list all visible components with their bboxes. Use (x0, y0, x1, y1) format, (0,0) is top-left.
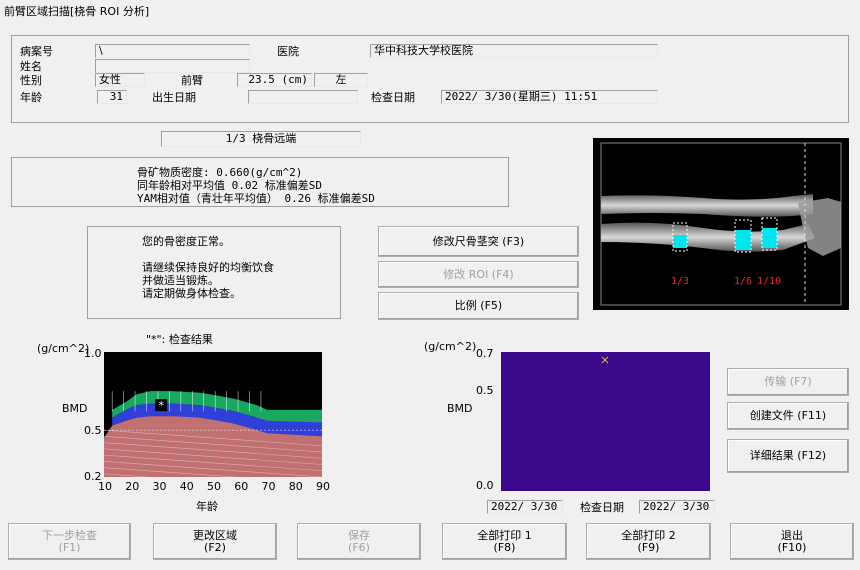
print-all-2-label: 全部打印 2 (621, 528, 676, 542)
print-all-1-button[interactable]: 全部打印 1 (F8) (442, 523, 567, 560)
chart2-start-date: 2022/ 3/30 (487, 500, 563, 514)
change-region-label: 更改区域 (193, 528, 237, 542)
change-region-key: (F2) (204, 540, 226, 554)
change-region-button[interactable]: 更改区域 (F2) (153, 523, 277, 560)
roi-label-1-6: 1/6 (734, 276, 752, 287)
chart2-end-date: 2022/ 3/30 (639, 500, 715, 514)
exit-label: 退出 (781, 528, 803, 542)
roi-1-3 (673, 235, 687, 248)
forearm-label: 前臂 (181, 74, 203, 87)
chart1-xtick: 50 (207, 480, 221, 493)
transfer-label: 传输 (F7) (764, 375, 812, 388)
case-no-field: \ (95, 44, 250, 58)
chart1-marker: * (158, 399, 164, 412)
chart2-plot (501, 352, 710, 491)
save-key: (F6) (348, 540, 370, 554)
hospital-label: 医院 (277, 45, 299, 58)
chart1-xtick: 10 (98, 480, 112, 493)
exit-key: (F10) (777, 540, 807, 554)
chart2-y-label: BMD (447, 402, 473, 415)
roi-label-1-10: 1/10 (757, 276, 781, 287)
transfer-button[interactable]: 传输 (F7) (727, 368, 849, 396)
forearm-xray-image: 1/3 1/6 1/10 (593, 138, 849, 310)
details-label: 详细结果 (F12) (749, 449, 827, 462)
forearm-xray-svg: 1/3 1/6 1/10 (593, 138, 849, 310)
case-no-label: 病案号 (20, 45, 53, 58)
chart1-xtick: 20 (125, 480, 140, 493)
create-file-button[interactable]: 创建文件 (F11) (727, 402, 849, 430)
chart1-title: "*": 检查结果 (146, 333, 213, 346)
ratio-label: 比例 (F5) (454, 299, 503, 312)
print-all-2-key: (F9) (637, 540, 660, 554)
yam-line: YAM相对值（青壮年平均值） 0.26 标准偏差SD (137, 192, 375, 205)
side-field: 左 (314, 73, 368, 87)
chart2-svg (501, 352, 710, 491)
chart1-y-label: BMD (62, 402, 88, 415)
save-label: 保存 (348, 528, 370, 542)
chart2-y-unit: (g/cm^2) (424, 340, 477, 353)
roi-1-6 (735, 230, 751, 250)
chart1-xtick: 40 (179, 480, 194, 493)
age-label: 年龄 (20, 91, 42, 104)
modify-ulna-label: 修改尺骨茎突 (F3) (432, 234, 525, 248)
next-exam-key: (F1) (58, 540, 81, 554)
exam-date-field: 2022/ 3/30(星期三) 11:51 (441, 90, 658, 104)
roi-1-10 (762, 228, 777, 248)
age-field: 31 (97, 90, 127, 104)
chart1-ytick-mid: 0.5 (84, 424, 102, 437)
name-field (95, 59, 250, 73)
modify-ulna-button[interactable]: 修改尺骨茎突 (F3) (378, 226, 579, 257)
chart1-xtick: 60 (234, 480, 249, 493)
advice-line-4: 请定期做身体检查。 (142, 287, 241, 300)
next-exam-button[interactable]: 下一步检查 (F1) (8, 523, 131, 560)
chart1-y-unit: (g/cm^2) (37, 342, 90, 355)
forearm-length-field: 23.5 (cm) (237, 73, 312, 87)
chart1-svg: * (103, 352, 323, 490)
chart1-x-label: 年龄 (196, 500, 218, 513)
birth-date-label: 出生日期 (152, 91, 196, 104)
hospital-field: 华中科技大学校医院 (370, 44, 658, 58)
chart1-xtick: 70 (261, 480, 276, 493)
chart1-x-ticks: 10 20 30 40 50 60 70 80 90 (98, 480, 330, 494)
create-file-label: 创建文件 (F11) (749, 409, 827, 422)
print-all-2-button[interactable]: 全部打印 2 (F9) (586, 523, 711, 560)
chart2-ytick-mid: 0.5 (476, 384, 494, 397)
details-button[interactable]: 详细结果 (F12) (727, 439, 849, 473)
region-label: 1/3 桡骨远端 (161, 131, 361, 147)
exit-button[interactable]: 退出 (F10) (730, 523, 854, 560)
chart1-xtick: 90 (316, 480, 330, 493)
print-all-1-label: 全部打印 1 (477, 528, 532, 542)
modify-roi-button[interactable]: 修改 ROI (F4) (378, 261, 579, 288)
print-all-1-key: (F8) (493, 540, 516, 554)
modify-roi-label: 修改 ROI (F4) (443, 267, 514, 281)
chart2-x-label: 检查日期 (580, 501, 624, 514)
ratio-button[interactable]: 比例 (F5) (378, 292, 579, 320)
sex-field: 女性 (95, 73, 145, 87)
window-title: 前臂区域扫描[桡骨 ROI 分析] (4, 5, 150, 18)
chart2-background (501, 352, 710, 491)
next-exam-label: 下一步检查 (42, 528, 97, 542)
save-button[interactable]: 保存 (F6) (297, 523, 421, 560)
chart1-xtick: 80 (288, 480, 303, 493)
sex-label: 性别 (20, 74, 42, 87)
chart1-plot: * (103, 352, 323, 490)
chart2-ytick-top: 0.7 (476, 347, 494, 360)
exam-date-label: 检查日期 (371, 91, 415, 104)
chart1-ytick-top: 1.0 (84, 347, 102, 360)
chart1-xtick: 30 (152, 480, 167, 493)
birth-date-field (248, 90, 358, 104)
chart2-ytick-bottom: 0.0 (476, 479, 494, 492)
advice-line-1: 您的骨密度正常。 (142, 235, 230, 248)
roi-label-1-3: 1/3 (671, 276, 689, 287)
